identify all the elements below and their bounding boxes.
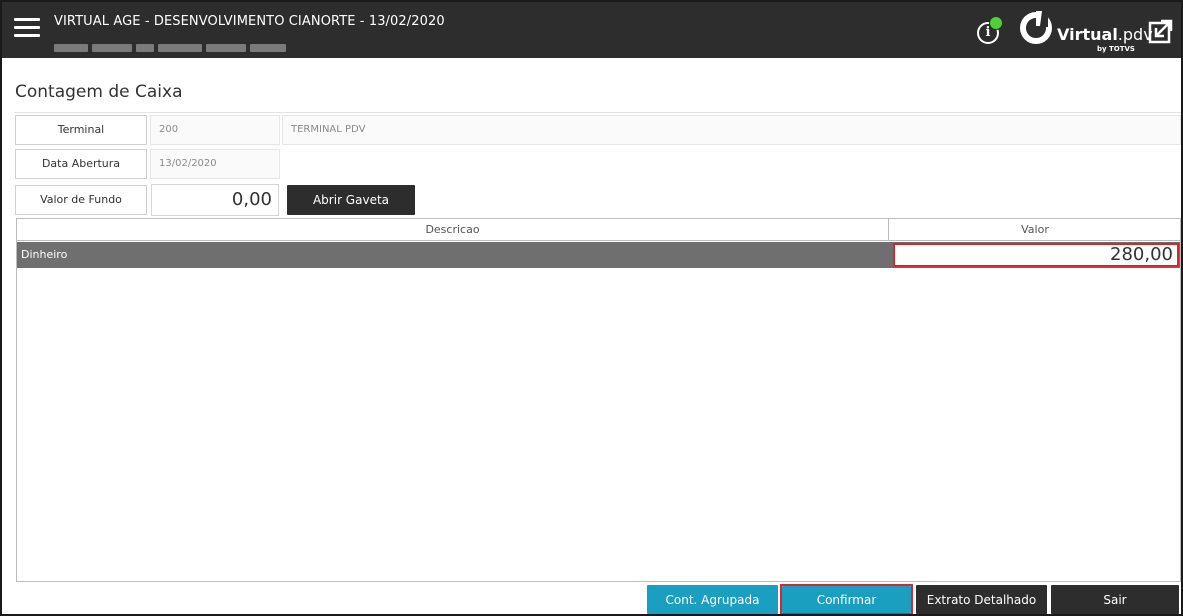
info-button[interactable]: i <box>977 16 1007 46</box>
data-abertura-field: 13/02/2020 <box>150 149 280 179</box>
cont-agrupada-button[interactable]: Cont. Agrupada <box>647 585 778 614</box>
valor-input[interactable]: 280,00 <box>893 243 1179 267</box>
column-header-descricao[interactable]: Descricao <box>17 219 889 241</box>
valor-fundo-label: Valor de Fundo <box>15 185 147 215</box>
title-divider <box>14 112 1181 113</box>
top-bar: VIRTUAL AGE - DESENVOLVIMENTO CIANORTE -… <box>2 2 1181 58</box>
logo-text: Virtual.pdv <box>1057 25 1153 44</box>
contagem-grid: Descricao Valor Dinheiro 280,00 <box>16 218 1181 582</box>
terminal-code-field: 200 <box>150 115 280 145</box>
extrato-detalhado-button[interactable]: Extrato Detalhado <box>916 585 1047 614</box>
sair-button[interactable]: Sair <box>1051 585 1179 614</box>
valor-fundo-input[interactable]: 0,00 <box>151 184 279 216</box>
table-row[interactable]: Dinheiro 280,00 <box>17 242 1180 268</box>
app-window: VIRTUAL AGE - DESENVOLVIMENTO CIANORTE -… <box>0 0 1183 616</box>
confirmar-highlight <box>780 584 913 614</box>
logo-sub-text: by TOTVS <box>1097 45 1135 53</box>
grid-header: Descricao Valor <box>17 219 1180 241</box>
column-header-valor[interactable]: Valor <box>890 219 1180 241</box>
abrir-gaveta-button[interactable]: Abrir Gaveta <box>287 185 415 215</box>
page-title: Contagem de Caixa <box>15 82 183 102</box>
virtualpdv-logo: Virtual.pdv by TOTVS <box>1019 8 1153 54</box>
menu-icon[interactable] <box>14 18 40 40</box>
popout-icon[interactable] <box>1148 18 1174 44</box>
data-abertura-label: Data Abertura <box>15 149 147 179</box>
terminal-name-field: TERMINAL PDV <box>282 115 1181 145</box>
app-title: VIRTUAL AGE - DESENVOLVIMENTO CIANORTE -… <box>54 14 445 29</box>
cell-descricao: Dinheiro <box>21 248 68 261</box>
terminal-label: Terminal <box>15 115 147 145</box>
app-subtitle-redacted <box>54 37 314 52</box>
logo-mark-icon <box>1020 9 1052 44</box>
online-status-dot <box>989 16 1003 30</box>
